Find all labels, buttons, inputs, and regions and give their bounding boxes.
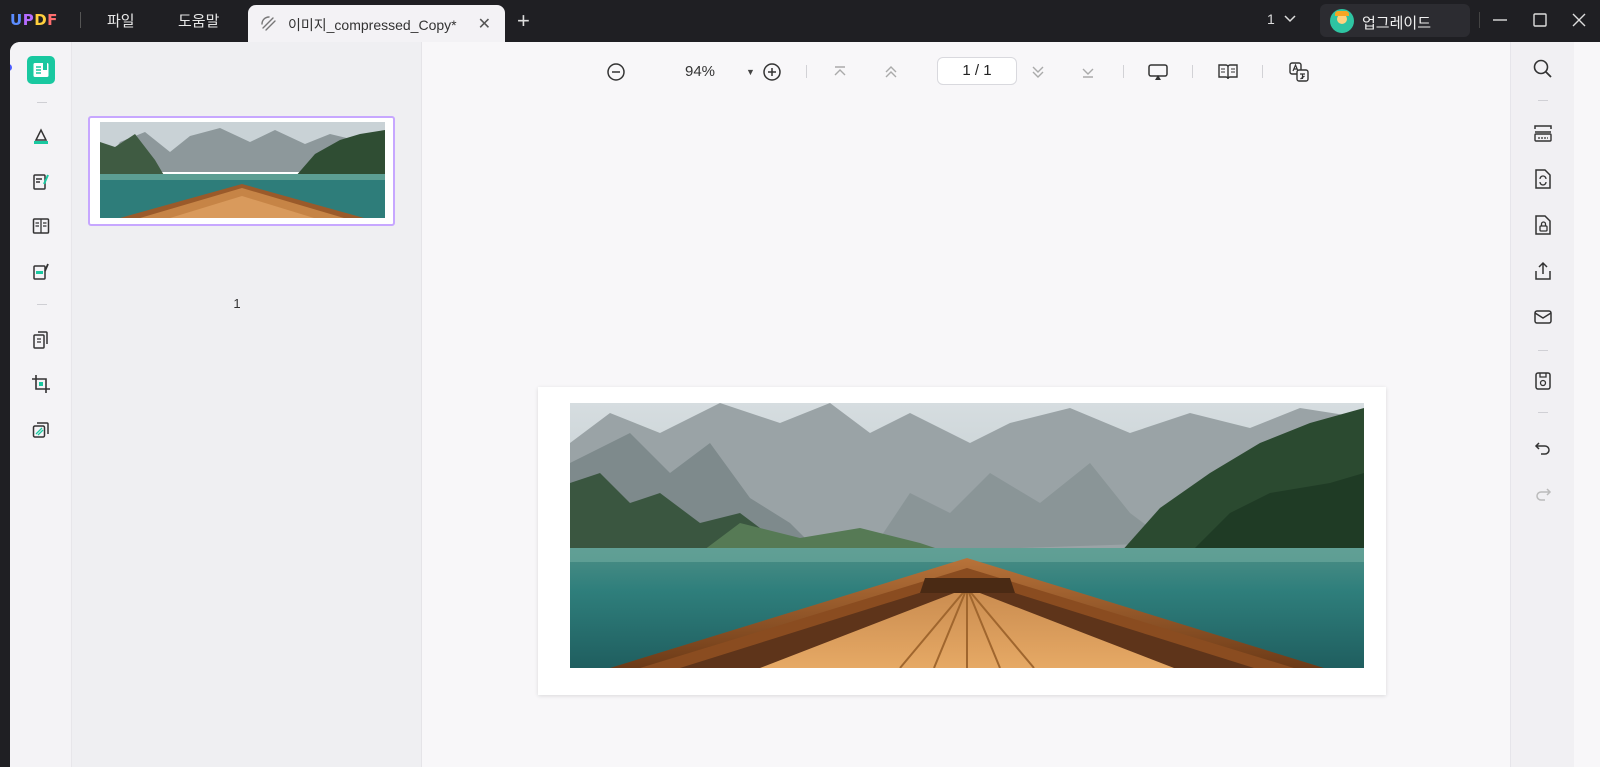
convert-icon[interactable]	[1532, 168, 1554, 190]
divider	[1192, 65, 1193, 78]
divider	[80, 12, 81, 28]
redo-icon[interactable]	[1532, 482, 1554, 504]
first-page-icon[interactable]	[828, 60, 852, 84]
zoom-out-icon[interactable]	[604, 60, 628, 84]
menu-help[interactable]: 도움말	[178, 10, 219, 31]
zoom-in-icon[interactable]	[760, 60, 784, 84]
divider	[1538, 350, 1548, 351]
save-icon[interactable]	[1532, 370, 1554, 392]
tab-title: 이미지_compressed_Copy*	[288, 17, 457, 33]
maximize-icon[interactable]	[1530, 10, 1550, 30]
zoom-level[interactable]: 94%	[685, 63, 715, 80]
thumbnail-panel: 1	[72, 42, 422, 767]
sidebar-toggle-dot[interactable]	[10, 64, 12, 71]
search-icon[interactable]	[1532, 58, 1554, 80]
translate-icon[interactable]	[1287, 60, 1311, 84]
thumbnail-image	[100, 122, 385, 218]
crop-button[interactable]	[27, 370, 55, 398]
thumbnail-page-number: 1	[233, 296, 241, 311]
close-tab-icon[interactable]: ✕	[478, 14, 491, 34]
edit-pdf-button[interactable]	[27, 168, 55, 196]
right-tool-rail	[1510, 42, 1574, 767]
divider	[1479, 12, 1480, 28]
main-window: 1 94% ▼ 1 / 1	[10, 42, 1600, 767]
zoom-dropdown-icon[interactable]: ▼	[746, 67, 755, 77]
upgrade-button[interactable]: 업그레이드	[1320, 4, 1470, 37]
presentation-icon[interactable]	[1146, 60, 1170, 84]
email-icon[interactable]	[1532, 306, 1554, 328]
divider	[37, 102, 47, 103]
page-thumbnail[interactable]	[88, 116, 395, 226]
divider	[806, 65, 807, 78]
undo-icon[interactable]	[1532, 436, 1554, 458]
comment-button[interactable]	[27, 122, 55, 150]
divider	[1262, 65, 1263, 78]
last-page-icon[interactable]	[1076, 60, 1100, 84]
close-window-icon[interactable]	[1569, 10, 1589, 30]
upgrade-label: 업그레이드	[1362, 15, 1432, 32]
page-number-field[interactable]: 1 / 1	[937, 57, 1017, 85]
document-tab[interactable]: 이미지_compressed_Copy* ✕	[248, 5, 505, 42]
minimize-icon[interactable]	[1490, 10, 1510, 30]
avatar	[1330, 9, 1354, 33]
divider	[1123, 65, 1124, 78]
divider	[1538, 412, 1548, 413]
page-layout-button[interactable]	[27, 212, 55, 240]
page-image[interactable]	[570, 403, 1364, 668]
previous-page-icon[interactable]	[879, 60, 903, 84]
scrollbar-track[interactable]	[1574, 42, 1600, 767]
reader-mode-button[interactable]	[27, 56, 55, 84]
next-page-icon[interactable]	[1026, 60, 1050, 84]
fill-sign-button[interactable]	[27, 258, 55, 286]
protect-icon[interactable]	[1532, 214, 1554, 236]
organize-pages-button[interactable]	[27, 326, 55, 354]
page-tools-button[interactable]	[27, 416, 55, 444]
divider	[1538, 100, 1548, 101]
title-bar: UPDF 파일 도움말 이미지_compressed_Copy* ✕ + 1 업…	[0, 0, 1600, 42]
page-indicator[interactable]: 1	[1267, 11, 1275, 27]
divider	[37, 304, 47, 305]
menu-file[interactable]: 파일	[107, 10, 135, 31]
share-icon[interactable]	[1532, 260, 1554, 282]
updf-logo: UPDF	[10, 11, 58, 29]
ocr-icon[interactable]	[1532, 122, 1554, 144]
new-tab-button[interactable]: +	[517, 8, 530, 34]
document-tab-icon	[260, 15, 278, 38]
document-page	[538, 387, 1386, 695]
left-tool-rail	[10, 42, 72, 767]
chevron-down-icon[interactable]	[1283, 11, 1297, 30]
view-toolbar: 94% ▼ 1 / 1	[422, 42, 1522, 102]
two-page-view-icon[interactable]	[1216, 60, 1240, 84]
